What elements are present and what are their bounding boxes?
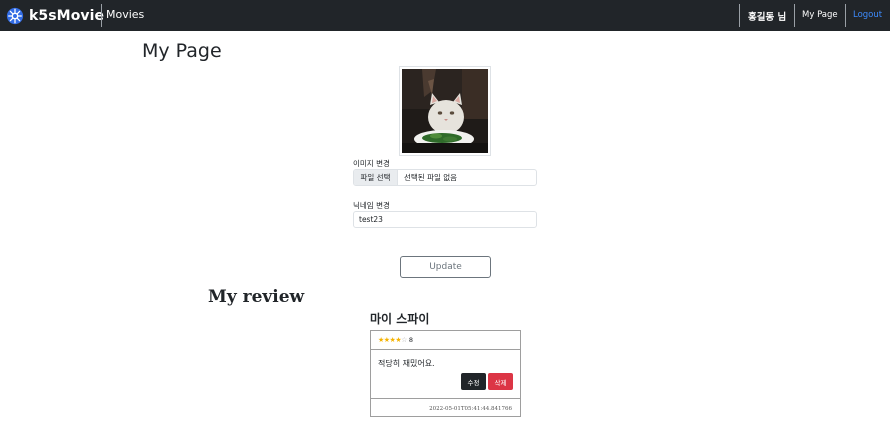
cat-photo-icon: [402, 69, 488, 153]
review-timestamp: 2022-05-01T05:41:44.841766: [429, 406, 512, 412]
brand-name: k5sMovie: [29, 8, 105, 24]
file-status-text: 선택된 파일 없음: [404, 173, 458, 182]
navbar: k5sMovie Movies 홍길동 님 My Page Logout: [0, 0, 890, 31]
review-text: 적당히 재밌어요.: [378, 359, 435, 368]
nav-link-mypage[interactable]: My Page: [802, 10, 838, 20]
review-card: ★★★★☆ 8 적당히 재밌어요. 수정 삭제 2022-05-01T05:41…: [370, 330, 521, 417]
page-title: My Page: [142, 40, 222, 62]
nav-link-movies[interactable]: Movies: [106, 8, 144, 21]
rating-value: 8: [408, 336, 414, 344]
nav-link-logout[interactable]: Logout: [853, 10, 882, 20]
brand-link[interactable]: k5sMovie: [6, 5, 104, 27]
nickname-change-label: 닉네임 변경: [353, 201, 390, 210]
review-card-footer: 2022-05-01T05:41:44.841766: [371, 398, 520, 417]
nav-divider: [794, 4, 795, 27]
nav-divider: [739, 4, 740, 27]
profile-avatar: [399, 66, 491, 156]
image-file-input[interactable]: 파일 선택 선택된 파일 없음: [353, 169, 537, 186]
review-movie-title: 마이 스파이: [370, 312, 430, 326]
kubernetes-logo-icon: [6, 7, 24, 25]
choose-file-button[interactable]: 파일 선택: [354, 170, 398, 185]
edit-review-button[interactable]: 수정: [461, 373, 486, 390]
nickname-input[interactable]: test23: [353, 211, 537, 228]
user-greeting: 홍길동 님: [748, 12, 787, 23]
nav-divider: [845, 4, 846, 27]
image-change-label: 이미지 변경: [353, 159, 390, 168]
update-button[interactable]: Update: [400, 256, 491, 278]
delete-review-button[interactable]: 삭제: [488, 373, 513, 390]
review-card-header: ★★★★☆ 8: [371, 331, 520, 350]
nav-divider: [101, 4, 102, 27]
my-review-heading: My review: [208, 287, 305, 307]
star-rating-icon: ★★★★☆: [378, 336, 407, 344]
